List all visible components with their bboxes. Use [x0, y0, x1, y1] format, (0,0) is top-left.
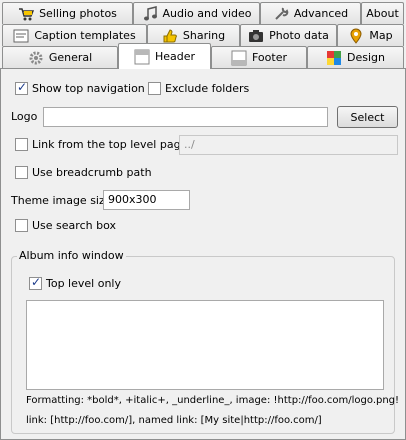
tab-header[interactable]: Header [118, 43, 211, 69]
link-from-top-level-label: Link from the top level page [32, 138, 188, 151]
theme-image-size-label: Theme image size [11, 194, 112, 207]
logo-label: Logo [11, 110, 38, 123]
header-layout-icon [134, 49, 150, 65]
tab-label: Audio and video [162, 7, 252, 20]
link-from-top-level-input[interactable]: ../ [179, 135, 398, 155]
tab-label: General [48, 51, 93, 64]
show-top-navigation-label: Show top navigation [32, 82, 145, 95]
tab-advanced[interactable]: Advanced [260, 2, 361, 24]
tab-design[interactable]: Design [307, 46, 404, 68]
theme-image-size-input[interactable]: 900x300 [103, 190, 190, 210]
thumbs-up-icon [162, 28, 178, 44]
tab-about[interactable]: About [361, 2, 404, 24]
logo-input[interactable] [43, 107, 328, 127]
select-logo-button[interactable]: Select [337, 106, 398, 128]
formatting-help-line-1: Formatting: *bold*, +italic+, _underline… [26, 395, 400, 406]
map-pin-icon [348, 28, 364, 44]
breadcrumb-path-label: Use breadcrumb path [32, 166, 152, 179]
show-top-navigation-checkbox[interactable] [15, 80, 28, 95]
tab-label: Footer [252, 51, 287, 64]
exclude-folders-checkbox[interactable] [148, 82, 161, 95]
color-palette-icon [326, 50, 342, 66]
caption-icon [13, 28, 29, 44]
tab-label: Header [154, 50, 196, 63]
tab-label: About [366, 7, 399, 20]
wrench-icon [273, 6, 289, 22]
search-box-label: Use search box [32, 219, 116, 232]
tab-footer[interactable]: Footer [211, 46, 307, 68]
album-info-textarea[interactable] [26, 300, 384, 390]
search-box-checkbox[interactable] [15, 219, 28, 232]
tab-photo-data[interactable]: Photo data [240, 24, 337, 46]
tab-general[interactable]: General [2, 46, 118, 68]
tab-label: Selling photos [39, 7, 117, 20]
tab-label: Sharing [182, 29, 226, 42]
breadcrumb-path-checkbox[interactable] [15, 166, 28, 179]
formatting-help-line-2: link: [http://foo.com/], named link: [My… [26, 415, 322, 426]
shopping-cart-icon [18, 6, 35, 22]
top-level-only-checkbox[interactable] [29, 275, 42, 290]
camera-icon [248, 28, 264, 44]
footer-layout-icon [231, 50, 247, 66]
gear-icon [28, 50, 44, 66]
tab-label: Advanced [293, 7, 349, 20]
album-info-title: Album info window [17, 249, 126, 262]
tab-label: Caption templates [34, 29, 136, 42]
link-from-top-level-checkbox[interactable] [15, 138, 28, 151]
tab-selling-photos[interactable]: Selling photos [2, 2, 133, 24]
top-level-only-label: Top level only [46, 277, 121, 290]
exclude-folders-label: Exclude folders [165, 82, 250, 95]
header-settings-panel: Show top navigation Exclude folders Logo… [0, 68, 406, 440]
tab-audio-and-video[interactable]: Audio and video [133, 2, 260, 24]
music-note-icon [142, 5, 158, 22]
tab-label: Design [347, 51, 385, 64]
tab-map[interactable]: Map [337, 24, 404, 46]
tab-label: Map [369, 29, 393, 42]
tab-label: Photo data [269, 29, 329, 42]
